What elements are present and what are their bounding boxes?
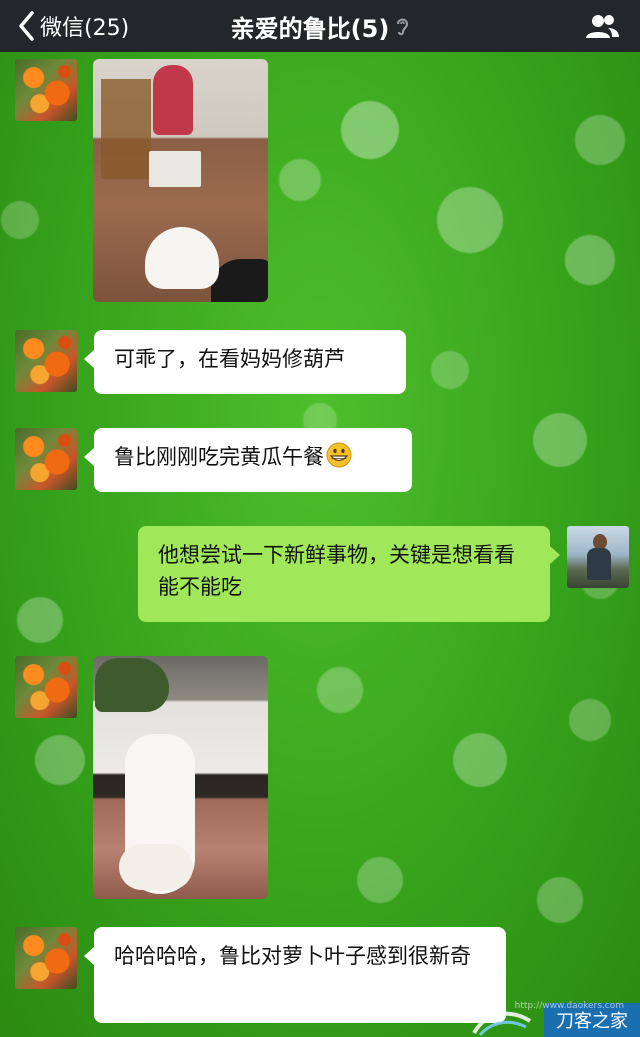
message-text: 可乖了，在看妈妈修葫芦 (114, 347, 345, 371)
photo-dog-tail (119, 844, 193, 890)
group-members-icon (586, 15, 619, 38)
photo-chair (101, 79, 151, 179)
photo-person (153, 65, 193, 135)
message-image[interactable] (93, 59, 268, 302)
message-text: 他想尝试一下新鲜事物，关键是想看看能不能吃 (158, 543, 515, 599)
chevron-left-icon (19, 11, 34, 41)
message-text: 哈哈哈哈，鲁比对萝卜叶子感到很新奇 (114, 944, 471, 968)
group-info-button[interactable] (584, 12, 620, 44)
chat-title: 亲爱的鲁比(5) (230, 14, 390, 43)
swoosh-logo-icon (472, 1011, 532, 1037)
message-image[interactable] (93, 656, 268, 899)
my-avatar[interactable] (567, 526, 629, 588)
message-text: 鲁比刚刚吃完黄瓜午餐 (114, 445, 324, 469)
photo-leaves (95, 658, 169, 712)
message-bubble[interactable]: 鲁比刚刚吃完黄瓜午餐 (84, 428, 412, 492)
friend-avatar[interactable] (15, 59, 77, 121)
message-bubble[interactable]: 可乖了，在看妈妈修葫芦 (84, 330, 406, 394)
ear-icon (397, 18, 409, 36)
message-bubble[interactable]: 他想尝试一下新鲜事物，关键是想看看能不能吃 (138, 526, 560, 622)
friend-avatar[interactable] (15, 927, 77, 989)
friend-avatar[interactable] (15, 428, 77, 490)
friend-avatar[interactable] (15, 330, 77, 392)
photo-rug (211, 259, 268, 302)
photo-basket (149, 151, 201, 187)
back-button[interactable]: 微信(25) (18, 8, 129, 44)
message-bubble[interactable]: 哈哈哈哈，鲁比对萝卜叶子感到很新奇 (84, 927, 506, 1023)
grinning-face-icon (326, 442, 352, 468)
avatar-body (587, 548, 611, 580)
navigation-bar: 微信(25) 亲爱的鲁比(5) (0, 0, 640, 52)
friend-avatar[interactable] (15, 656, 77, 718)
photo-dog (145, 227, 219, 289)
back-label: 微信(25) (40, 16, 130, 41)
site-watermark: http://www.daokers.com 刀客之家 (464, 1001, 640, 1037)
